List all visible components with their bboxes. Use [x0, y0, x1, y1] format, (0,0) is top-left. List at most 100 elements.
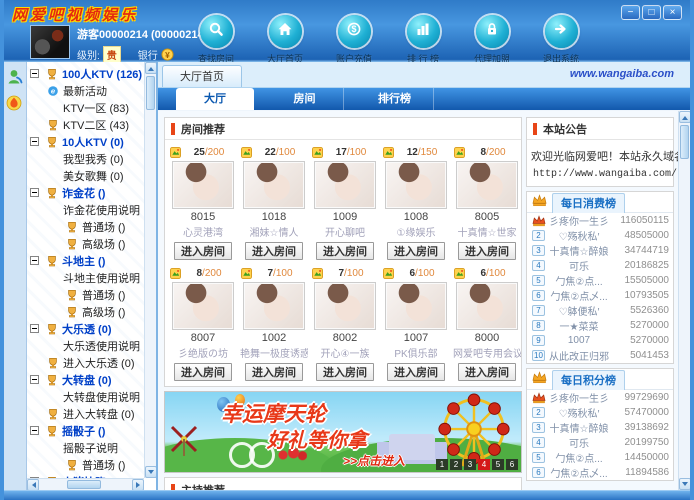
enter-room-button[interactable]: 进入房间 — [245, 242, 303, 260]
messenger-icon[interactable] — [6, 68, 24, 86]
room-thumbnail[interactable] — [243, 282, 305, 330]
tree-item[interactable]: 10人KTV (0) — [27, 133, 144, 150]
enter-room-button[interactable]: 进入房间 — [245, 363, 303, 381]
tree-item[interactable]: 大转盘 (0) — [27, 371, 144, 388]
toolbar-button[interactable]: 代理加盟 — [468, 15, 516, 65]
banner-page-button[interactable]: 6 — [506, 459, 518, 470]
enter-room-button[interactable]: 进入房间 — [316, 242, 374, 260]
scrollbar-thumb[interactable] — [680, 125, 689, 159]
room-grid: 25/200 8015 心灵港湾 进入房间 22/100 1018 湘妹☆情人 … — [165, 140, 521, 386]
banner-cta[interactable]: >>点击进入 — [343, 452, 405, 469]
camera-icon — [170, 147, 181, 158]
scroll-up-button[interactable] — [679, 111, 690, 123]
toolbar-button[interactable]: 排 行 榜 — [399, 15, 447, 65]
scroll-down-button[interactable] — [679, 478, 690, 490]
banner-page-button[interactable]: 2 — [450, 459, 462, 470]
room-thumbnail[interactable] — [456, 161, 518, 209]
scroll-up-button[interactable] — [145, 62, 157, 74]
room-tree: 100人KTV (126) e 最新活动 KTV一区 (83) KTV二区 (4… — [27, 62, 144, 490]
maximize-button[interactable]: □ — [642, 5, 661, 20]
enter-room-button[interactable]: 进入房间 — [458, 242, 516, 260]
bank-link[interactable]: 银行 — [138, 47, 158, 62]
expand-toggle-icon[interactable] — [30, 69, 39, 78]
rank-tab-title[interactable]: 每日消费榜 — [552, 193, 625, 213]
toolbar-button[interactable]: 退出系统 — [537, 15, 585, 65]
tree-item[interactable]: 大乐透 (0) — [27, 320, 144, 337]
nav-tab[interactable]: 大厅 — [176, 88, 254, 110]
enter-room-button[interactable]: 进入房间 — [174, 363, 232, 381]
room-thumbnail[interactable] — [314, 161, 376, 209]
user-avatar[interactable] — [30, 25, 70, 59]
main-panel: 大厅首页 www.wangaiba.com 大厅 房间 排行榜 房间推荐 25/… — [158, 62, 690, 490]
expand-toggle-icon[interactable] — [30, 426, 39, 435]
toolbar-button[interactable]: $ 账户充值 — [330, 15, 378, 65]
tree-item[interactable]: 大转盘使用说明 — [27, 388, 144, 405]
flame-icon[interactable] — [6, 95, 24, 113]
enter-room-button[interactable]: 进入房间 — [174, 242, 232, 260]
expand-toggle-icon[interactable] — [30, 137, 39, 146]
tree-item[interactable]: 100人KTV (126) — [27, 65, 144, 82]
nav-tab[interactable]: 排行榜 — [356, 88, 434, 110]
tree-horizontal-scrollbar[interactable] — [27, 478, 144, 490]
enter-room-button[interactable]: 进入房间 — [387, 242, 445, 260]
tree-item[interactable]: 美女歌舞 (0) — [27, 167, 144, 184]
tree-item[interactable]: 斗地主 () — [27, 252, 144, 269]
scrollbar-thumb[interactable] — [146, 76, 155, 110]
tree-item[interactable]: 高级场 () — [27, 303, 144, 320]
room-thumbnail[interactable] — [385, 282, 447, 330]
tree-item[interactable]: 摇骰子说明 — [27, 439, 144, 456]
enter-room-button[interactable]: 进入房间 — [458, 363, 516, 381]
site-url[interactable]: www.wangaiba.com — [570, 68, 674, 80]
banner-page-button[interactable]: 4 — [478, 459, 490, 470]
bank-coin-icon[interactable]: ¥ — [161, 48, 174, 61]
tree-item[interactable]: e 最新活动 — [27, 82, 144, 99]
banner-page-button[interactable]: 5 — [492, 459, 504, 470]
page-tab-lobby[interactable]: 大厅首页 — [162, 65, 242, 87]
tree-item[interactable]: 诈金花 () — [27, 184, 144, 201]
room-thumbnail[interactable] — [385, 161, 447, 209]
tree-item[interactable]: 我型我秀 (0) — [27, 150, 144, 167]
lobby-content: 房间推荐 25/200 8015 心灵港湾 进入房间 22/100 1018 湘… — [158, 111, 690, 490]
banner-page-button[interactable]: 1 — [436, 459, 448, 470]
minimize-button[interactable]: − — [621, 5, 640, 20]
toolbar-button[interactable]: 大厅首页 — [261, 15, 309, 65]
enter-room-button[interactable]: 进入房间 — [316, 363, 374, 381]
expand-toggle-icon[interactable] — [30, 375, 39, 384]
tree-item[interactable]: KTV二区 (43) — [27, 116, 144, 133]
tree-item[interactable]: 进入大乐透 (0) — [27, 354, 144, 371]
room-thumbnail[interactable] — [172, 161, 234, 209]
toolbar-button[interactable]: 查找房间 — [192, 15, 240, 65]
tree-item[interactable]: 普通场 () — [27, 218, 144, 235]
tree-item[interactable]: 斗地主使用说明 — [27, 269, 144, 286]
scrollbar-thumb[interactable] — [67, 480, 101, 489]
rank-tab-title[interactable]: 每日积分榜 — [552, 370, 625, 390]
tree-item[interactable]: 普通场 () — [27, 286, 144, 303]
room-thumbnail[interactable] — [243, 161, 305, 209]
expand-toggle-icon[interactable] — [30, 324, 39, 333]
main-vertical-scrollbar[interactable] — [678, 111, 690, 490]
tree-item[interactable]: 诈金花使用说明 — [27, 201, 144, 218]
tree-item[interactable]: 高级场 () — [27, 235, 144, 252]
tree-item[interactable]: 大乐透使用说明 — [27, 337, 144, 354]
tree-item[interactable]: 普通场 () — [27, 456, 144, 473]
expand-toggle-icon[interactable] — [30, 256, 39, 265]
rank-name: 从此改正归邪 — [545, 348, 613, 363]
notice-url[interactable]: http://www.wangaiba.com/ — [533, 169, 673, 180]
scroll-right-button[interactable] — [132, 479, 144, 490]
tree-item[interactable]: 进入大转盘 (0) — [27, 405, 144, 422]
enter-room-button[interactable]: 进入房间 — [387, 363, 445, 381]
room-thumbnail[interactable] — [314, 282, 376, 330]
nav-tab[interactable]: 房间 — [266, 88, 344, 110]
tree-item[interactable]: KTV一区 (83) — [27, 99, 144, 116]
tree-vertical-scrollbar[interactable] — [144, 62, 156, 478]
rank-badge: 5 — [532, 275, 545, 286]
banner-page-button[interactable]: 3 — [464, 459, 476, 470]
scroll-down-button[interactable] — [145, 466, 157, 478]
promo-banner[interactable]: 幸运摩天轮 好礼等你拿 >>点击进入 1 2 3 4 5 6 — [164, 391, 522, 473]
expand-toggle-icon[interactable] — [30, 188, 39, 197]
room-thumbnail[interactable] — [172, 282, 234, 330]
tree-item[interactable]: 摇骰子 () — [27, 422, 144, 439]
room-thumbnail[interactable] — [456, 282, 518, 330]
scroll-left-button[interactable] — [27, 479, 39, 490]
close-button[interactable]: × — [663, 5, 682, 20]
